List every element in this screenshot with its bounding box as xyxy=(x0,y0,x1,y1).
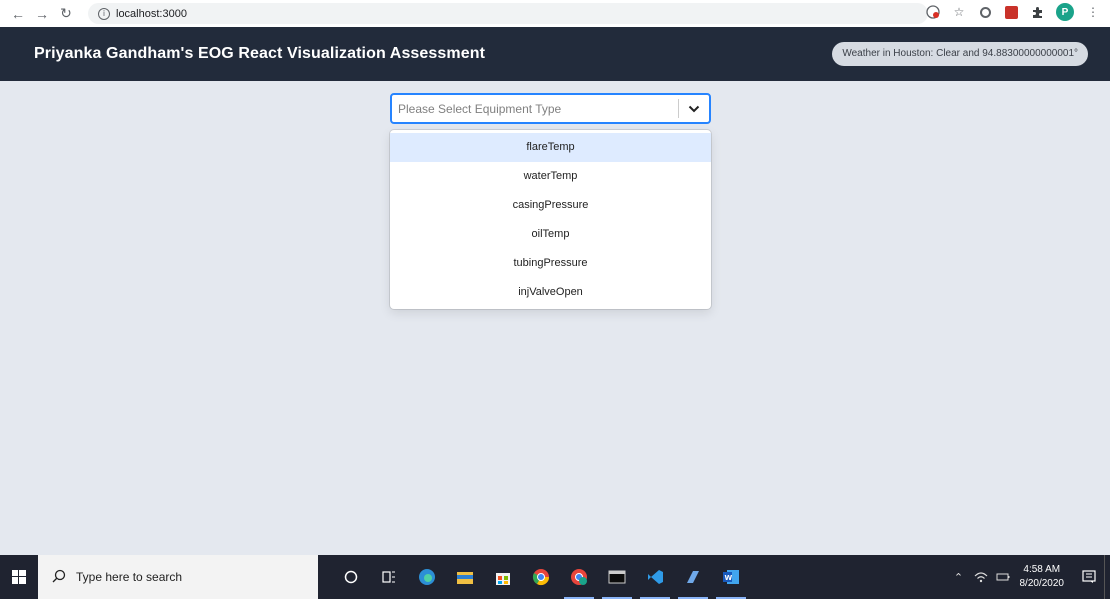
chrome-profile-icon[interactable] xyxy=(560,555,598,599)
chrome-icon[interactable] xyxy=(522,555,560,599)
select-placeholder[interactable]: Please Select Equipment Type xyxy=(392,102,678,116)
edge-icon[interactable] xyxy=(408,555,446,599)
taskbar-search-input[interactable]: Type here to search xyxy=(38,555,318,599)
weather-chip: Weather in Houston: Clear and 94.8830000… xyxy=(832,42,1088,66)
notification-icon[interactable] xyxy=(1074,555,1104,599)
info-icon[interactable]: i xyxy=(98,7,110,20)
search-placeholder: Type here to search xyxy=(76,570,183,584)
vscode-icon[interactable] xyxy=(636,555,674,599)
reload-icon[interactable]: ↻ xyxy=(56,4,76,24)
select-menu: flareTemp waterTemp casingPressure oilTe… xyxy=(390,130,711,309)
address-bar[interactable]: i localhost:3000 xyxy=(88,3,928,24)
word-icon[interactable]: W xyxy=(712,555,750,599)
option-oiltemp[interactable]: oilTemp xyxy=(390,220,711,249)
forward-icon[interactable]: → xyxy=(32,4,52,24)
clock-time: 4:58 AM xyxy=(1023,564,1061,575)
option-flaretemp[interactable]: flareTemp xyxy=(390,133,711,162)
wifi-icon[interactable] xyxy=(970,555,992,599)
option-tubingpressure[interactable]: tubingPressure xyxy=(390,249,711,278)
windows-taskbar: Type here to search W ⌃ 4:58 AM 8/20/202… xyxy=(0,555,1110,599)
task-view-icon[interactable] xyxy=(370,555,408,599)
svg-text:W: W xyxy=(725,574,733,582)
terminal-icon[interactable] xyxy=(598,555,636,599)
back-icon[interactable]: ← xyxy=(8,4,28,24)
taskbar-apps: W xyxy=(332,555,750,599)
puzzle-extensions-icon[interactable] xyxy=(1030,5,1044,19)
browser-toolbar: ← → ↻ i localhost:3000 ☆ P ⋮ xyxy=(0,0,1110,27)
file-explorer-icon[interactable] xyxy=(446,555,484,599)
browser-actions: ☆ P ⋮ xyxy=(926,3,1100,21)
windows-start-icon[interactable] xyxy=(0,555,38,599)
app-icon[interactable] xyxy=(674,555,712,599)
star-icon[interactable]: ☆ xyxy=(952,5,966,19)
chevron-up-icon[interactable]: ⌃ xyxy=(948,555,970,599)
more-menu-icon[interactable]: ⋮ xyxy=(1086,5,1100,19)
profile-avatar[interactable]: P xyxy=(1056,3,1074,21)
app-header: Priyanka Gandham's EOG React Visualizati… xyxy=(0,27,1110,81)
clock-date: 8/20/2020 xyxy=(1019,578,1065,589)
option-injvalveopen[interactable]: injValveOpen xyxy=(390,278,711,307)
url-text: localhost:3000 xyxy=(116,7,187,20)
rss-extension-icon[interactable] xyxy=(1004,5,1018,19)
search-icon xyxy=(52,569,66,586)
translate-icon[interactable] xyxy=(926,5,940,19)
circle-extension-icon[interactable] xyxy=(978,5,992,19)
chevron-down-icon[interactable] xyxy=(679,95,709,122)
option-casingpressure[interactable]: casingPressure xyxy=(390,191,711,220)
system-tray: ⌃ 4:58 AM 8/20/2020 xyxy=(948,555,1110,599)
show-desktop-button[interactable] xyxy=(1104,555,1110,599)
battery-icon[interactable] xyxy=(992,555,1014,599)
equipment-type-select[interactable]: Please Select Equipment Type xyxy=(390,93,711,124)
store-icon[interactable] xyxy=(484,555,522,599)
page-title: Priyanka Gandham's EOG React Visualizati… xyxy=(34,45,486,62)
taskbar-clock[interactable]: 4:58 AM 8/20/2020 xyxy=(1020,563,1065,591)
option-watertemp[interactable]: waterTemp xyxy=(390,162,711,191)
cortana-icon[interactable] xyxy=(332,555,370,599)
